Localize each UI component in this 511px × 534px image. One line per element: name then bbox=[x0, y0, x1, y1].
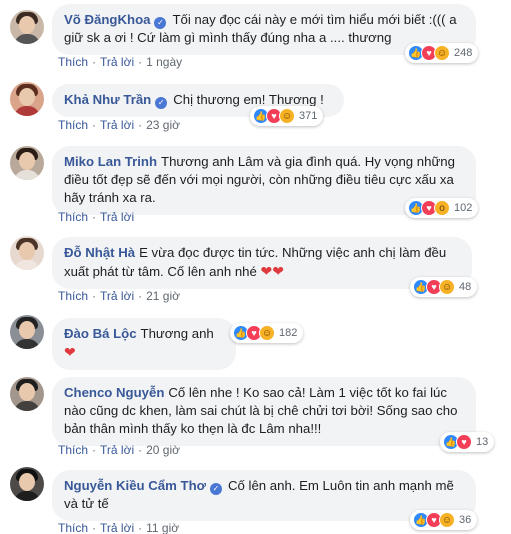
haha-icon: ☺ bbox=[259, 325, 275, 341]
reaction-summary[interactable]: 👍 ♥ ☺ 182 bbox=[230, 323, 304, 343]
reaction-count: 371 bbox=[299, 110, 318, 122]
comment-bubble: Đỗ Nhật Hà E vừa đọc được tin tức. Những … bbox=[52, 237, 472, 289]
reaction-summary[interactable]: 👍 ♥ ☺ 371 bbox=[250, 106, 324, 126]
reaction-summary[interactable]: 👍 ♥ ☺ 248 bbox=[405, 43, 479, 63]
avatar[interactable] bbox=[10, 10, 44, 44]
avatar[interactable] bbox=[10, 236, 44, 270]
commenter-name[interactable]: Võ ĐăngKhoa bbox=[64, 12, 150, 27]
haha-icon: ☺ bbox=[434, 45, 450, 61]
reply-link[interactable]: Trả lời bbox=[100, 55, 134, 69]
reaction-count: 48 bbox=[459, 281, 472, 293]
reaction-summary[interactable]: 👍 ♥ 13 bbox=[440, 432, 495, 452]
like-link[interactable]: Thích bbox=[58, 521, 88, 534]
comment-time[interactable]: 11 giờ bbox=[146, 521, 179, 534]
comment-time[interactable]: 20 giờ bbox=[146, 443, 180, 457]
comment-text: Thương anh bbox=[140, 326, 214, 341]
comment-actions: Thích · Trả lời · 1 ngày bbox=[58, 55, 183, 69]
haha-icon: ☺ bbox=[279, 108, 295, 124]
verified-badge-icon: ✓ bbox=[155, 97, 168, 109]
reaction-summary[interactable]: 👍 ♥ ☺ 48 bbox=[410, 277, 478, 297]
avatar[interactable] bbox=[10, 377, 44, 411]
like-link[interactable]: Thích bbox=[58, 210, 88, 224]
comment-actions: Thích · Trả lời · 20 giờ bbox=[58, 443, 180, 457]
reply-link[interactable]: Trả lời bbox=[100, 521, 134, 534]
wow-icon: o bbox=[434, 200, 450, 216]
reaction-count: 13 bbox=[476, 436, 489, 448]
avatar[interactable] bbox=[10, 315, 44, 349]
commenter-name[interactable]: Nguyễn Kiều Cẩm Thơ bbox=[64, 478, 206, 493]
commenter-name[interactable]: Miko Lan Trinh bbox=[64, 154, 157, 169]
reply-link[interactable]: Trả lời bbox=[100, 210, 134, 224]
reaction-count: 248 bbox=[454, 47, 473, 59]
comment-bubble: Chenco Nguyễn Cố lên nhe ! Ko sao cả! Làm… bbox=[52, 377, 476, 446]
reaction-count: 36 bbox=[459, 514, 472, 526]
verified-badge-icon: ✓ bbox=[210, 483, 222, 495]
comment-time[interactable]: 1 ngày bbox=[146, 55, 182, 69]
haha-icon: ☺ bbox=[439, 279, 455, 295]
comment-time[interactable]: 23 giờ bbox=[146, 118, 180, 132]
like-link[interactable]: Thích bbox=[58, 443, 88, 457]
comment-actions: Thích · Trả lời · 11 giờ bbox=[58, 521, 180, 534]
commenter-name[interactable]: Đào Bá Lộc bbox=[64, 326, 137, 341]
heart-emoji-icon: ❤ bbox=[260, 263, 273, 279]
reaction-summary[interactable]: 👍 ♥ o 102 bbox=[405, 198, 479, 218]
commenter-name[interactable]: Khả Như Trần bbox=[64, 92, 151, 107]
commenter-name[interactable]: Chenco Nguyễn bbox=[64, 385, 164, 400]
avatar[interactable] bbox=[10, 146, 44, 180]
like-link[interactable]: Thích bbox=[58, 118, 88, 132]
like-link[interactable]: Thích bbox=[58, 55, 88, 69]
commenter-name[interactable]: Đỗ Nhật Hà bbox=[64, 245, 135, 260]
comment-actions: Thích · Trả lời bbox=[58, 210, 135, 224]
avatar[interactable] bbox=[10, 82, 44, 116]
reply-link[interactable]: Trả lời bbox=[100, 443, 134, 457]
reaction-count: 182 bbox=[279, 327, 298, 339]
comment-text: Chị thương em! Thương ! bbox=[173, 92, 324, 107]
reply-link[interactable]: Trả lời bbox=[100, 289, 134, 303]
comment-bubble: Đào Bá Lộc Thương anh ❤ bbox=[52, 318, 236, 370]
verified-badge-icon: ✓ bbox=[154, 17, 167, 29]
heart-emoji-icon: ❤ bbox=[272, 263, 284, 279]
reaction-summary[interactable]: 👍 ♥ ☺ 36 bbox=[410, 510, 478, 530]
comment-actions: Thích · Trả lời · 21 giờ bbox=[58, 289, 180, 303]
avatar[interactable] bbox=[10, 467, 44, 501]
love-icon: ♥ bbox=[456, 434, 472, 450]
heart-emoji-icon: ❤ bbox=[64, 344, 76, 360]
comment-time[interactable]: 21 giờ bbox=[146, 289, 180, 303]
reaction-count: 102 bbox=[454, 202, 473, 214]
reply-link[interactable]: Trả lời bbox=[100, 118, 134, 132]
haha-icon: ☺ bbox=[439, 512, 455, 528]
comment-actions: Thích · Trả lời · 23 giờ bbox=[58, 118, 180, 132]
like-link[interactable]: Thích bbox=[58, 289, 88, 303]
